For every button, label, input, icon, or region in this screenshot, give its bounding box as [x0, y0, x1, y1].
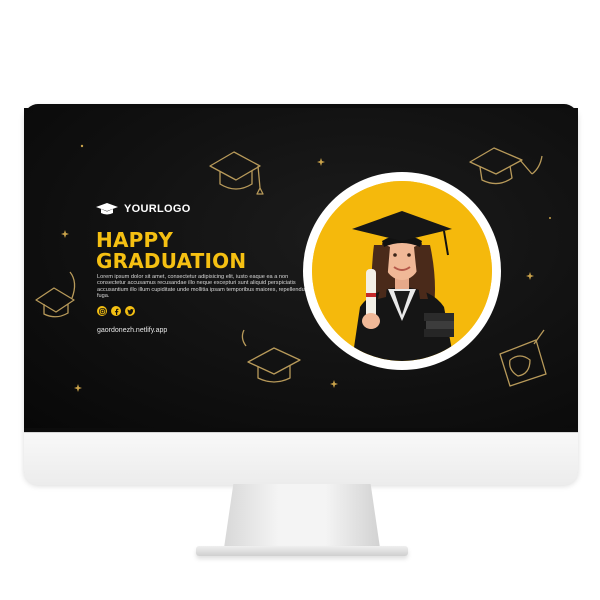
decorative-cap-icon: [241, 329, 301, 383]
monitor-screen: YOURLOGO HAPPY GRADUATION Lorem ipsum do…: [24, 108, 578, 428]
monitor-stand: [224, 484, 380, 548]
brand-logo: YOURLOGO: [96, 203, 191, 215]
graduation-cap-icon: [96, 203, 118, 215]
social-links: [97, 306, 135, 316]
facebook-icon[interactable]: [111, 306, 121, 316]
page-title: HAPPY GRADUATION: [96, 230, 246, 272]
graduate-photo: [312, 181, 492, 361]
instagram-icon[interactable]: [97, 306, 107, 316]
graduate-illustration: [312, 181, 492, 361]
logo-text: YOURLOGO: [124, 203, 191, 215]
monitor-base: [196, 546, 408, 556]
decorative-cap-icon: [469, 147, 543, 185]
headline-line-2: GRADUATION: [96, 249, 247, 273]
decorative-cap-icon: [209, 151, 264, 195]
monitor-chin: [24, 432, 578, 485]
website-link[interactable]: gaordonezh.netlify.app: [97, 327, 167, 334]
decorative-cap-icon: [499, 329, 547, 387]
decorative-cap-icon: [35, 271, 76, 318]
body-text: Lorem ipsum dolor sit amet, consectetur …: [97, 274, 308, 300]
twitter-icon[interactable]: [125, 306, 135, 316]
